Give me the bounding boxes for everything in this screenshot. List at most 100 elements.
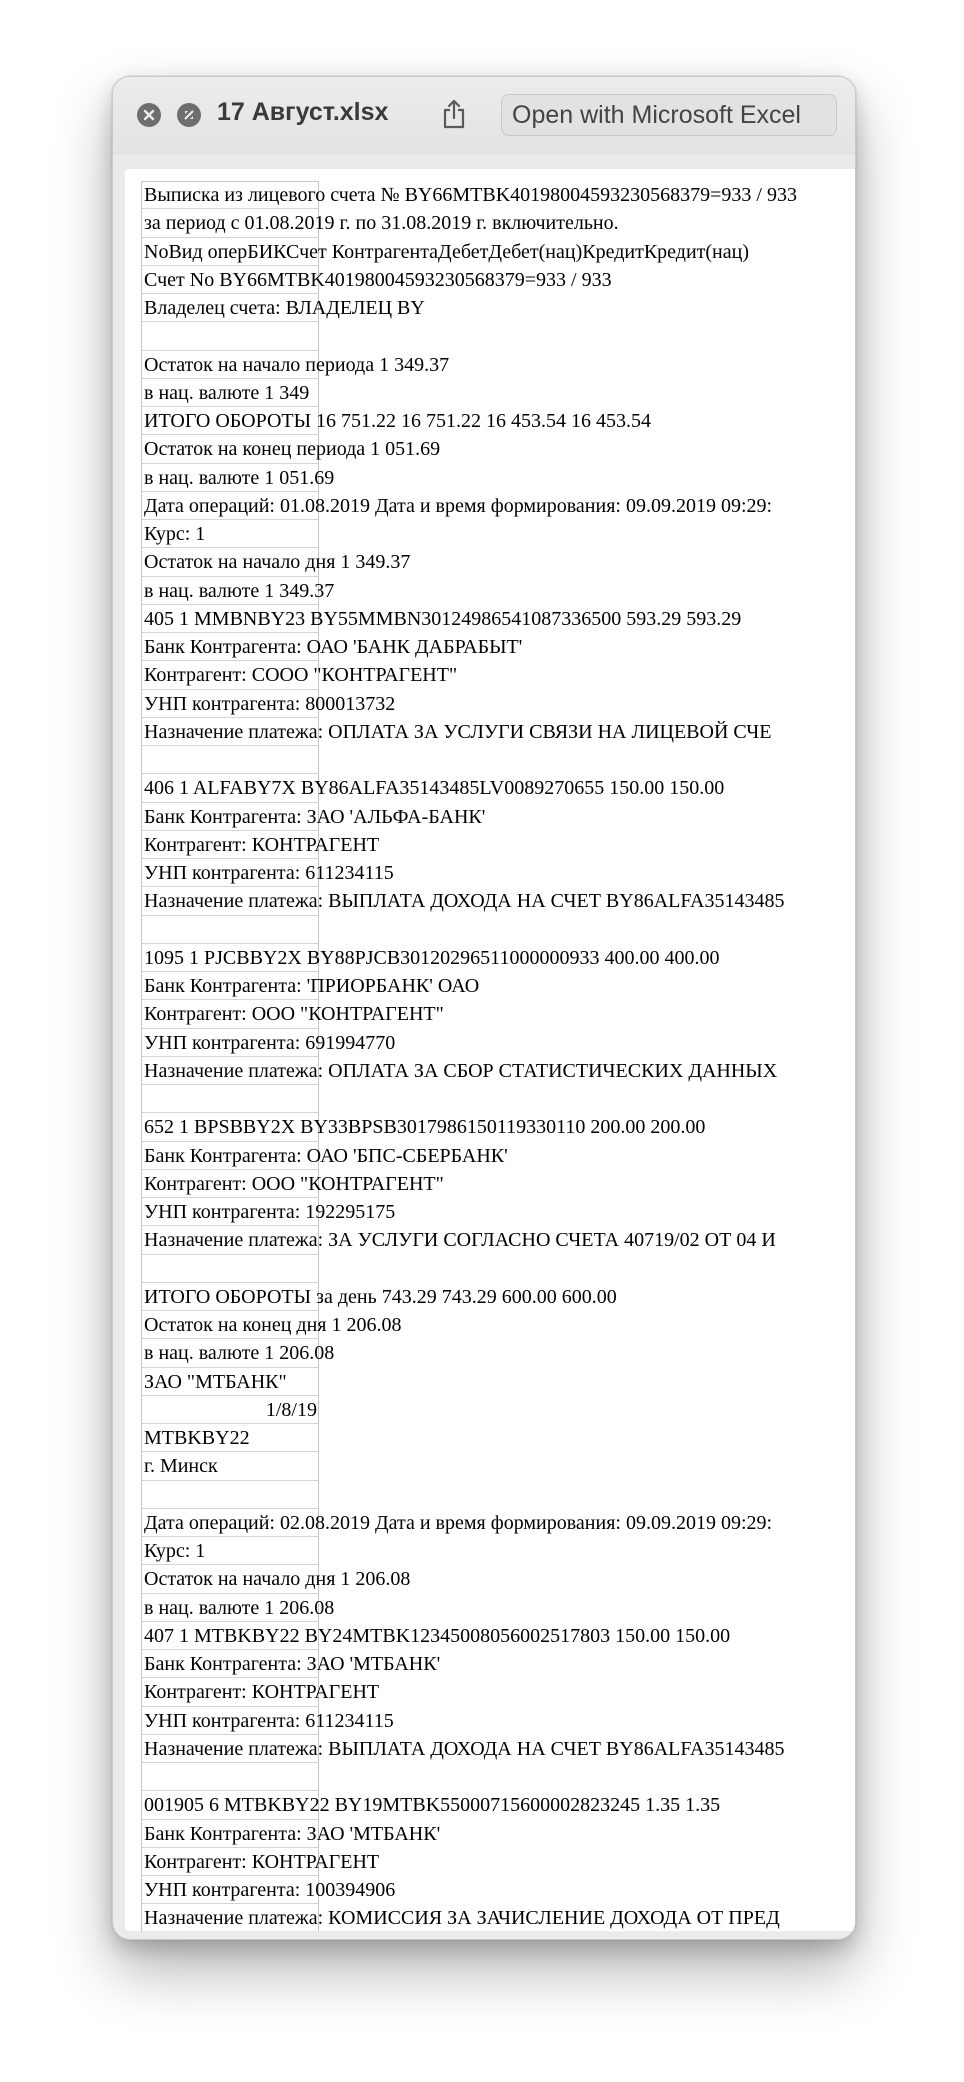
quick-look-window: 17 Август.xlsx Open with Microsoft Excel… <box>112 76 856 1940</box>
cell-text: в нац. валюте 1 051.69 <box>144 466 335 489</box>
cell-text: Дата операций: 01.08.2019 Дата и время ф… <box>144 494 773 517</box>
cell-text: MTBKBY22 <box>144 1427 250 1449</box>
sheet-row: 1095 1 PJCBBY2X BY88PJCB3012029651100000… <box>141 943 845 972</box>
sheet-row: ИТОГО ОБОРОТЫ за день 743.29 743.29 600.… <box>141 1282 845 1311</box>
sheet-row: Банк Контрагента: ЗАО 'МТБАНК' <box>141 1650 845 1679</box>
cell-text: Дата операций: 02.08.2019 Дата и время ф… <box>144 1511 773 1534</box>
date-value: 1/8/19 <box>265 1398 317 1421</box>
sheet-row: за период с 01.08.2019 г. по 31.08.2019 … <box>141 209 845 238</box>
sheet-row: Курс: 1 <box>141 520 845 549</box>
fullscreen-icon <box>182 108 196 122</box>
close-button[interactable] <box>137 103 161 127</box>
cell-text: в нац. валюте 1 206.08 <box>144 1596 335 1619</box>
sheet-row <box>141 1763 845 1792</box>
cell-text: Курс: 1 <box>144 1540 206 1562</box>
cell-text: 652 1 BPSBBY2X BY33BPSB30179861501193301… <box>144 1116 706 1139</box>
sheet-row: УНП контрагента: 800013732 <box>141 689 845 718</box>
sheet-row: 001905 6 MTBKBY22 BY19MTBK55000715600002… <box>141 1791 845 1820</box>
cell-text: Назначение платежа: ОПЛАТА ЗА СБОР СТАТИ… <box>144 1059 778 1082</box>
cell-text: ЗАО "МТБАНК" <box>144 1370 287 1393</box>
share-button[interactable] <box>435 97 473 135</box>
sheet-cell[interactable] <box>141 746 319 775</box>
sheet-cell[interactable] <box>141 1763 319 1792</box>
cell-text: в нац. валюте 1 349.37 <box>144 579 335 602</box>
sheet-row <box>141 1085 845 1114</box>
sheet-row: УНП контрагента: 100394906 <box>141 1876 845 1905</box>
sheet-row: в нац. валюте 1 206.08 <box>141 1339 845 1368</box>
sheet-cell[interactable] <box>141 915 319 944</box>
sheet-cell[interactable] <box>141 322 319 351</box>
sheet-row: Контрагент: СООО "КОНТРАГЕНТ" <box>141 661 845 690</box>
spreadsheet-preview[interactable]: Выписка из лицевого счета № BY66MTBK4019… <box>125 169 855 1931</box>
sheet-row: Выписка из лицевого счета № BY66MTBK4019… <box>141 181 845 210</box>
sheet-row: 652 1 BPSBBY2X BY33BPSB30179861501193301… <box>141 1113 845 1142</box>
sheet-row: 1/8/19 <box>141 1395 845 1424</box>
cell-text: Контрагент: КОНТРАГЕНТ <box>144 833 380 856</box>
sheet-row: в нац. валюте 1 349.37 <box>141 576 845 605</box>
sheet-row: Назначение платежа: ОПЛАТА ЗА СБОР СТАТИ… <box>141 1056 845 1085</box>
cell-text: Выписка из лицевого счета № BY66MTBK4019… <box>144 184 797 206</box>
cell-text: Контрагент: КОНТРАГЕНТ <box>144 1850 380 1873</box>
sheet-row: в нац. валюте 1 051.69 <box>141 463 845 492</box>
sheet-row <box>141 1254 845 1283</box>
cell-text: в нац. валюте 1 206.08 <box>144 1342 335 1365</box>
sheet-row: Остаток на конец дня 1 206.08 <box>141 1311 845 1340</box>
cell-text: Банк Контрагента: ОАО 'БПС-СБЕРБАНК' <box>144 1144 508 1167</box>
spreadsheet-sheet: Выписка из лицевого счета № BY66MTBK4019… <box>141 181 845 1931</box>
share-icon <box>441 99 467 134</box>
sheet-row: Назначение платежа: ВЫПЛАТА ДОХОДА НА СЧ… <box>141 1734 845 1763</box>
cell-text: Остаток на начало дня 1 349.37 <box>144 551 411 574</box>
sheet-row: Контрагент: КОНТРАГЕНТ <box>141 1678 845 1707</box>
sheet-row: Остаток на конец периода 1 051.69 <box>141 435 845 464</box>
cell-text: 405 1 MMBNBY23 BY55MMBN30124986541087336… <box>144 607 742 630</box>
sheet-row: 405 1 MMBNBY23 BY55MMBN30124986541087336… <box>141 604 845 633</box>
cell-text: NoВид оперБИКСчет КонтрагентаДебетДебет(… <box>144 240 749 263</box>
close-icon <box>143 109 155 121</box>
sheet-row: Банк Контрагента: ОАО 'БАНК ДАБРАБЫТ' <box>141 633 845 662</box>
sheet-cell[interactable] <box>141 1254 319 1283</box>
cell-text: УНП контрагента: 192295175 <box>144 1201 396 1223</box>
sheet-row: Банк Контрагента: ОАО 'БПС-СБЕРБАНК' <box>141 1141 845 1170</box>
cell-text: Контрагент: ООО "КОНТРАГЕНТ" <box>144 1003 444 1026</box>
cell-text: Остаток на конец дня 1 206.08 <box>144 1314 402 1336</box>
sheet-row <box>141 1480 845 1509</box>
sheet-row: Назначение платежа: ВЫПЛАТА ДОХОДА НА СЧ… <box>141 887 845 916</box>
sheet-row <box>141 322 845 351</box>
sheet-row <box>141 746 845 775</box>
fullscreen-button[interactable] <box>177 103 201 127</box>
sheet-row: Назначение платежа: КОМИССИЯ ЗА ЗАЧИСЛЕН… <box>141 1904 845 1931</box>
cell-text: УНП контрагента: 611234115 <box>144 1709 394 1732</box>
cell-text: УНП контрагента: 611234115 <box>144 862 394 884</box>
sheet-row: Назначение платежа: ЗА УСЛУГИ СОГЛАСНО С… <box>141 1226 845 1255</box>
cell-text: в нац. валюте 1 349 <box>144 381 310 404</box>
cell-text: Владелец счета: ВЛАДЕЛЕЦ BY <box>144 297 425 319</box>
title-bar: 17 Август.xlsx Open with Microsoft Excel <box>113 77 855 155</box>
sheet-row: УНП контрагента: 611234115 <box>141 859 845 888</box>
cell-text: Контрагент: ООО "КОНТРАГЕНТ" <box>144 1172 444 1195</box>
cell-text: Остаток на начало дня 1 206.08 <box>144 1568 411 1591</box>
window-title: 17 Август.xlsx <box>217 98 389 126</box>
cell-text: Контрагент: СООО "КОНТРАГЕНТ" <box>144 664 458 687</box>
sheet-row: NoВид оперБИКСчет КонтрагентаДебетДебет(… <box>141 237 845 266</box>
sheet-row: УНП контрагента: 691994770 <box>141 1028 845 1057</box>
sheet-row: в нац. валюте 1 206.08 <box>141 1593 845 1622</box>
open-with-excel-button[interactable]: Open with Microsoft Excel <box>501 94 837 136</box>
cell-text: Курс: 1 <box>144 523 206 545</box>
cell-text: Банк Контрагента: 'ПРИОРБАНК' ОАО <box>144 975 480 997</box>
sheet-row: УНП контрагента: 611234115 <box>141 1706 845 1735</box>
cell-text: Банк Контрагента: ЗАО 'МТБАНК' <box>144 1822 441 1845</box>
cell-text: Контрагент: КОНТРАГЕНТ <box>144 1681 380 1704</box>
cell-text: УНП контрагента: 800013732 <box>144 692 396 715</box>
cell-text: Банк Контрагента: ОАО 'БАНК ДАБРАБЫТ' <box>144 636 523 658</box>
cell-text: 001905 6 MTBKBY22 BY19MTBK55000715600002… <box>144 1794 721 1817</box>
sheet-cell[interactable] <box>141 1085 319 1114</box>
sheet-row: 406 1 ALFABY7X BY86ALFA35143485LV0089270… <box>141 774 845 803</box>
cell-text: ИТОГО ОБОРОТЫ 16 751.22 16 751.22 16 453… <box>144 410 652 432</box>
sheet-row: Остаток на начало периода 1 349.37 <box>141 350 845 379</box>
sheet-row: Контрагент: КОНТРАГЕНТ <box>141 1847 845 1876</box>
sheet-row: в нац. валюте 1 349 <box>141 378 845 407</box>
cell-text: Назначение платежа: КОМИССИЯ ЗА ЗАЧИСЛЕН… <box>144 1907 780 1930</box>
sheet-cell[interactable] <box>141 1480 319 1509</box>
sheet-row: 407 1 MTBKBY22 BY24MTBK12345008056002517… <box>141 1621 845 1650</box>
cell-text: 406 1 ALFABY7X BY86ALFA35143485LV0089270… <box>144 777 725 800</box>
